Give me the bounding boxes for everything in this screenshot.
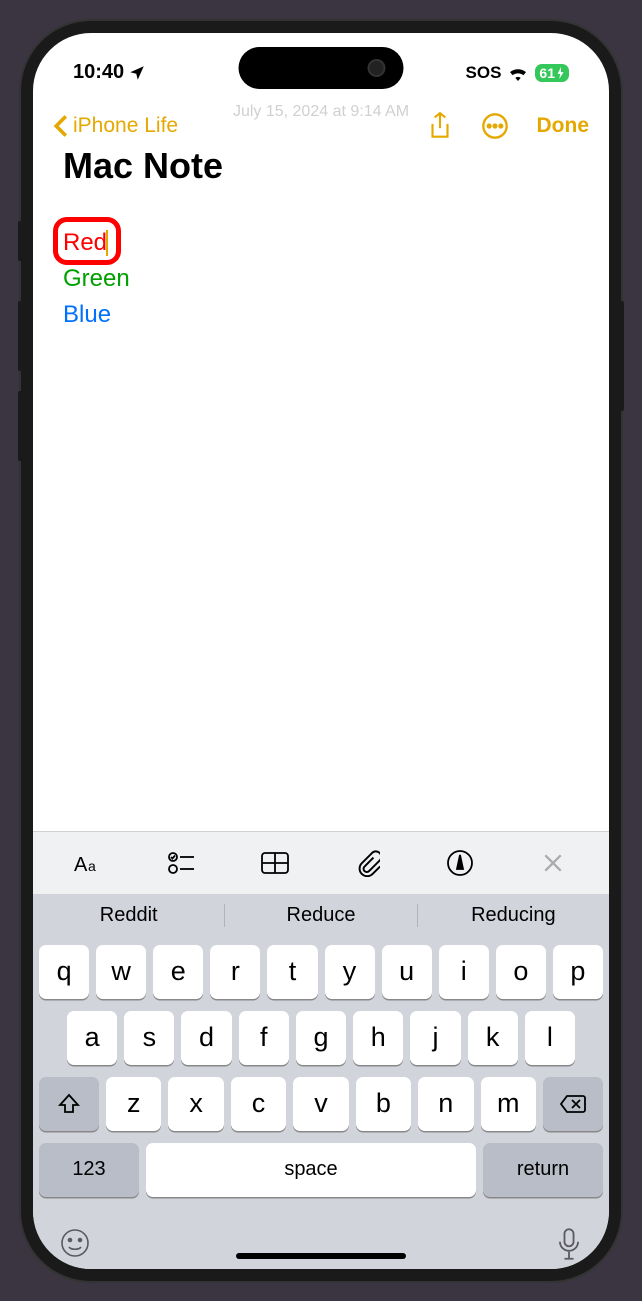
key-q[interactable]: q [39,945,89,999]
format-button[interactable]: Aa [72,846,106,880]
key-x[interactable]: x [168,1077,223,1131]
table-button[interactable] [258,846,292,880]
markup-button[interactable] [443,846,477,880]
key-y[interactable]: y [325,945,375,999]
key-numbers[interactable]: 123 [39,1143,139,1197]
keyboard-footer [33,1215,609,1269]
key-g[interactable]: g [296,1011,346,1065]
home-indicator[interactable] [236,1253,406,1259]
note-line-blue[interactable]: Blue [63,297,579,333]
key-z[interactable]: z [106,1077,161,1131]
key-a[interactable]: a [67,1011,117,1065]
key-i[interactable]: i [439,945,489,999]
key-n[interactable]: n [418,1077,473,1131]
screen: 10:40 SOS 61 iPhone Life Done [33,33,609,1269]
svg-text:A: A [74,854,88,876]
note-title[interactable]: Mac Note [63,145,579,187]
key-return[interactable]: return [483,1143,603,1197]
wifi-icon [507,65,529,81]
notes-toolbar: Aa [33,831,609,894]
key-p[interactable]: p [553,945,603,999]
status-time: 10:40 [73,61,124,84]
key-k[interactable]: k [468,1011,518,1065]
location-icon [128,64,146,82]
key-delete[interactable] [543,1077,603,1131]
dynamic-island [239,47,404,89]
close-toolbar-button[interactable] [536,846,570,880]
key-r[interactable]: r [210,945,260,999]
key-o[interactable]: o [496,945,546,999]
key-v[interactable]: v [293,1077,348,1131]
dictation-icon[interactable] [555,1227,583,1261]
key-s[interactable]: s [124,1011,174,1065]
key-space[interactable]: space [146,1143,476,1197]
prediction-3[interactable]: Reducing [418,904,609,927]
annotation-highlight [53,217,121,265]
key-u[interactable]: u [382,945,432,999]
svg-text:a: a [88,858,96,874]
key-l[interactable]: l [525,1011,575,1065]
keyboard: q w e r t y u i o p a s d f g h j k l [33,937,609,1215]
key-c[interactable]: c [231,1077,286,1131]
predictive-text-bar: Reddit Reduce Reducing [33,894,609,937]
key-f[interactable]: f [239,1011,289,1065]
key-h[interactable]: h [353,1011,403,1065]
key-b[interactable]: b [356,1077,411,1131]
key-e[interactable]: e [153,945,203,999]
status-sos: SOS [466,63,502,83]
key-j[interactable]: j [410,1011,460,1065]
checklist-button[interactable] [165,846,199,880]
shift-icon [57,1092,81,1116]
key-t[interactable]: t [267,945,317,999]
note-content[interactable]: July 15, 2024 at 9:14 AM Mac Note Red Gr… [33,155,609,831]
phone-frame: 10:40 SOS 61 iPhone Life Done [21,21,621,1281]
key-d[interactable]: d [181,1011,231,1065]
note-date: July 15, 2024 at 9:14 AM [63,103,579,121]
key-m[interactable]: m [481,1077,536,1131]
note-line-green[interactable]: Green [63,261,579,297]
key-w[interactable]: w [96,945,146,999]
emoji-icon[interactable] [59,1227,91,1259]
prediction-1[interactable]: Reddit [33,904,225,927]
delete-icon [559,1093,587,1115]
battery-indicator: 61 [535,64,569,82]
key-shift[interactable] [39,1077,99,1131]
attachment-button[interactable] [350,846,384,880]
prediction-2[interactable]: Reduce [225,904,417,927]
note-line-red[interactable]: Red [63,225,108,261]
